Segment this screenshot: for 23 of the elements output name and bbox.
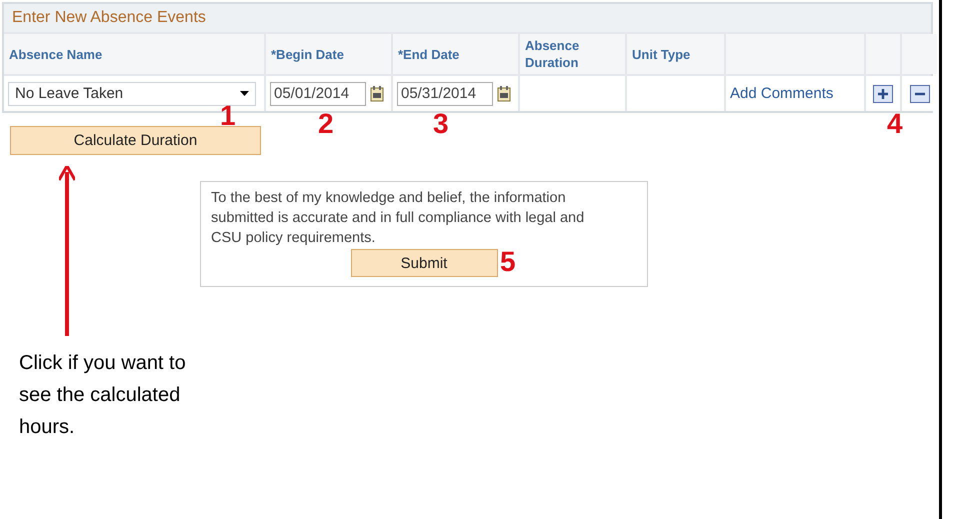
column-header: Unit Type [627,34,724,74]
annotation-note: Click if you want to see the calculated hours. [19,351,187,440]
callout-number: 2 [318,108,334,140]
callout-number: 3 [433,108,449,140]
callout-number: 4 [887,108,903,140]
calendar-icon[interactable] [370,86,384,102]
callout-number: 5 [500,246,516,278]
calculate-duration-button[interactable]: Calculate Duration [10,126,261,155]
calendar-icon[interactable] [497,86,511,102]
submit-button[interactable]: Submit [350,249,498,277]
arrow-icon [59,166,75,336]
column-header: Absence Name [4,34,264,74]
column-header: *End Date [393,34,518,74]
absence-dropdown[interactable]: No Leave Taken [8,82,256,106]
caret-icon [240,91,249,96]
attestation-text: To the best of my knowledge and belief, the information submitted is accurate and in full compliance with legal and CSU policy requirements. [211,189,586,248]
date-field[interactable]: 05/01/2014 [270,82,366,106]
section-title: Enter New Absence Events [4,4,931,32]
column-header: Absence Duration [520,34,625,74]
delete-row-icon[interactable] [910,84,930,102]
add-row-icon[interactable] [873,84,893,102]
date-field[interactable]: 05/31/2014 [397,82,493,106]
column-header: *Begin Date [266,34,391,74]
